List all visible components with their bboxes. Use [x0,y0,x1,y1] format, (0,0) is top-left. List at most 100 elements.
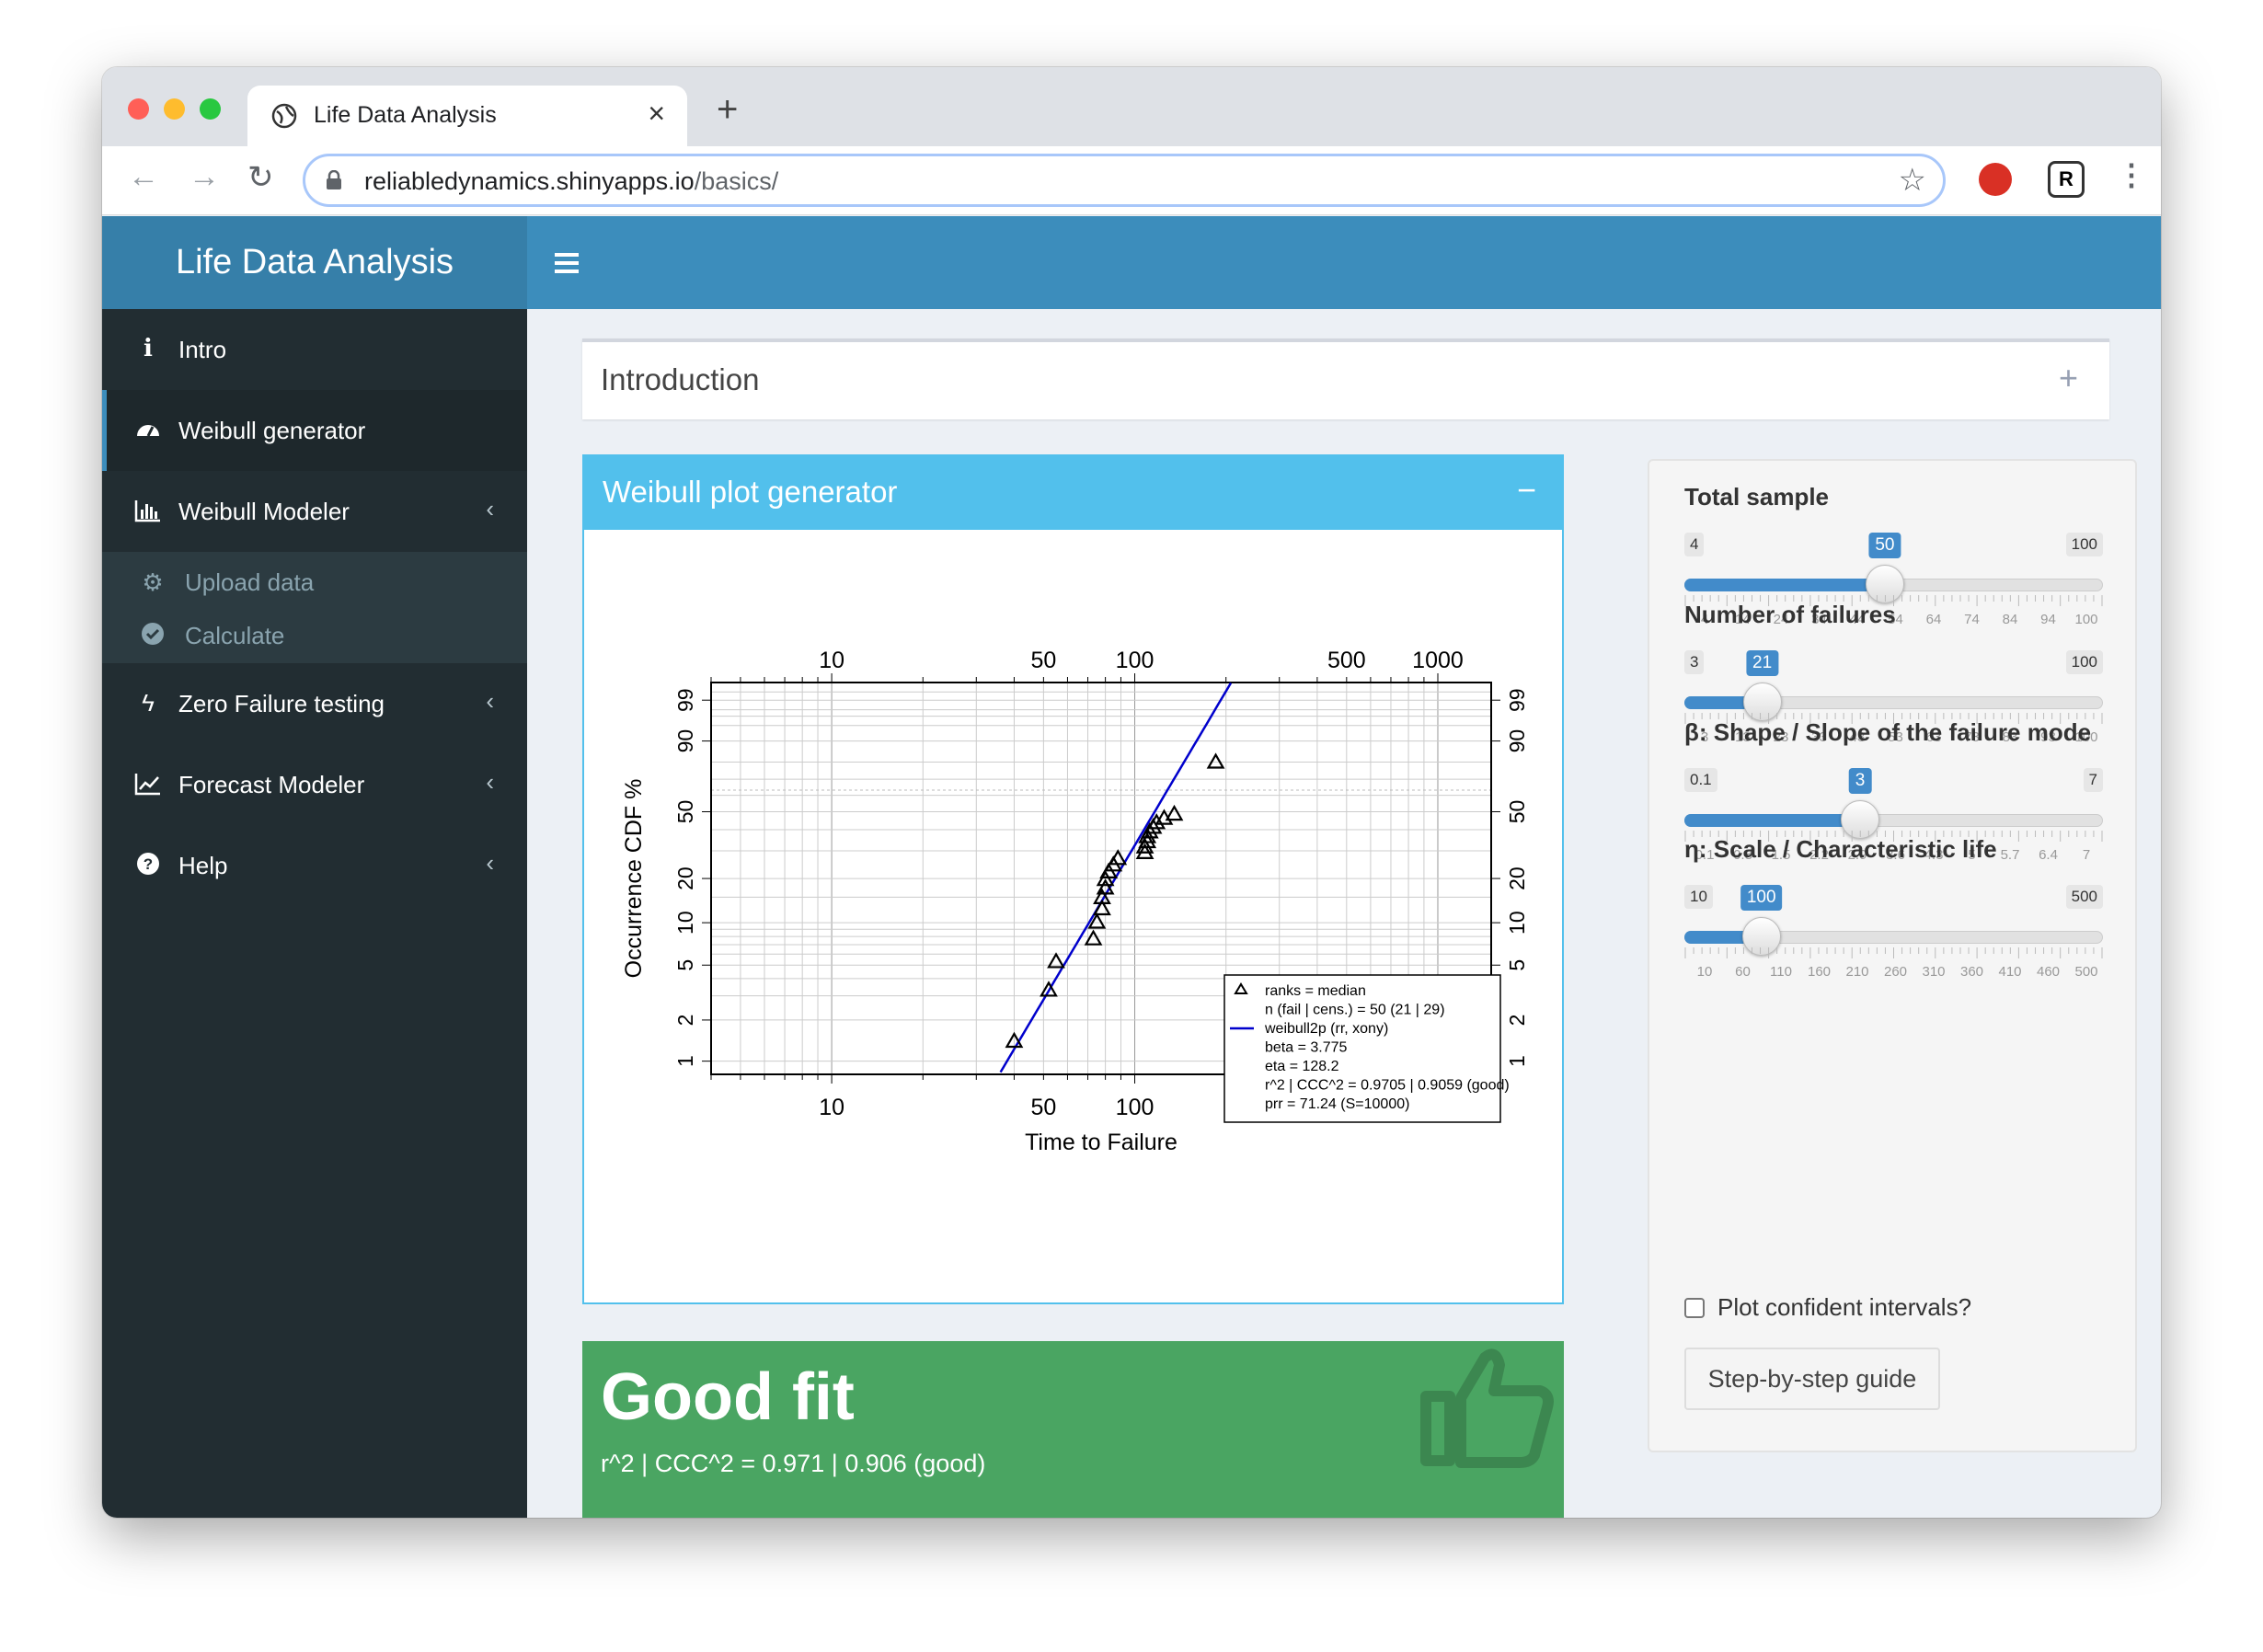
fit-subtitle: r^2 | CCC^2 = 0.971 | 0.906 (good) [601,1450,986,1477]
slider-tick-label: 260 [1883,964,1908,980]
extension-r-icon[interactable]: R [2048,161,2085,198]
browser-window: Life Data Analysis × + ← → ↻ reliabledyn… [102,67,2161,1518]
browser-tab[interactable]: Life Data Analysis × [247,86,687,146]
confidence-interval-checkbox[interactable]: Plot confident intervals? [1684,1293,1971,1322]
sidebar-subitem-calculate[interactable]: Calculate [102,609,527,660]
slider-tick-label: 94 [2040,612,2056,627]
y-tick-label-left: 20 [673,866,697,890]
back-icon[interactable]: ← [128,159,159,195]
bolt-icon: ϟ [142,689,155,717]
slider-tick-label: 84 [2002,612,2018,627]
app-header [527,216,2161,309]
slider-min: 4 [1684,533,1705,556]
slider-tick-label: 310 [1922,964,1946,980]
dashboard-icon [133,416,163,445]
y-tick-label-right: 90 [1505,729,1529,753]
y-tick-label-right: 99 [1505,688,1529,712]
sidebar-item-weibull-generator[interactable]: Weibull generator [102,390,527,471]
y-tick-label-right: 50 [1505,800,1529,824]
x-tick-label-bottom: 10 [819,1095,844,1120]
data-point [1165,804,1184,821]
zoom-window-icon[interactable] [200,98,221,120]
slider-tick-label: 460 [2036,964,2061,980]
sidebar-toggle-icon[interactable] [555,253,579,273]
slider-fill [1684,579,1885,591]
sidebar-item-zero-failure-testing[interactable]: ϟ Zero Failure testing ‹ [102,663,527,744]
sidebar-item-weibull-modeler[interactable]: Weibull Modeler ‹ [102,471,527,552]
legend-text: weibull2p (rr, xony) [1264,1021,1388,1037]
y-axis-label: Occurrence CDF % [621,779,647,979]
sidebar-item-help[interactable]: ? Help ‹ [102,825,527,906]
slider-tick-label: 410 [1998,964,2022,980]
question-icon: ? [133,851,163,880]
slider-tick-label: 64 [1925,612,1942,627]
slider-min: 10 [1684,885,1713,909]
legend-text: beta = 3.775 [1265,1040,1348,1056]
chevron-left-icon: ‹ [486,687,494,715]
bar-chart-icon [133,497,163,526]
range-slider[interactable]: 10 500 100 10 60 110 160 210 260 310 360 410 460 500 [1684,885,2103,986]
address-bar[interactable]: reliabledynamics.shinyapps.io/basics/ ☆ [303,154,1946,207]
weibull-plot: 1010505010010050050010001000112255101020… [621,648,1529,1155]
data-point [1206,752,1225,769]
fit-title: Good fit [601,1360,855,1434]
expand-icon[interactable]: + [2059,359,2078,397]
slider-fill [1684,814,1861,827]
check-circle-icon [139,622,167,649]
y-tick-label-left: 5 [673,959,697,971]
sidebar: i Intro Weibull generator Weibull Modele… [102,309,527,1518]
legend-text: n (fail | cens.) = 50 (21 | 29) [1265,1003,1445,1018]
x-tick-label-top: 10 [819,648,844,673]
legend-text: prr = 71.24 (S=10000) [1265,1096,1409,1112]
tab-title: Life Data Analysis [314,102,497,128]
reload-icon[interactable]: ↻ [247,159,274,196]
y-tick-label-right: 10 [1505,911,1529,935]
app-logo[interactable]: Life Data Analysis [102,216,527,309]
bookmark-star-icon[interactable]: ☆ [1899,162,1926,199]
plot-box-header: Weibull plot generator − [584,456,1562,530]
x-tick-label-bottom: 100 [1116,1095,1154,1120]
y-tick-label-left: 50 [673,800,697,824]
slider-min: 3 [1684,650,1705,674]
slider-label: β: Shape / Slope of the failure mode [1684,718,2092,746]
intro-title: Introduction [601,362,760,396]
extension-adblock-icon[interactable] [1979,163,2012,196]
sidebar-item-intro[interactable]: i Intro [102,309,527,390]
weibull-plot-box: Weibull plot generator − 10 10 50 50 100 100 5… [582,454,1564,1304]
intro-box: Introduction + [582,338,2109,419]
slider-value: 50 [1868,533,1901,558]
forward-icon[interactable]: → [189,159,220,195]
x-axis-label: Time to Failure [1025,1130,1177,1155]
slider-tick-label: 160 [1807,964,1832,980]
lock-icon [327,170,341,189]
y-tick-label-left: 2 [673,1015,697,1027]
slider-ticks [1684,947,2103,958]
minimize-window-icon[interactable] [164,98,185,120]
slider-label: Total sample [1684,483,1830,511]
plot-box-title: Weibull plot generator [603,475,898,509]
y-tick-label-right: 1 [1505,1055,1529,1067]
collapse-icon[interactable]: − [1517,471,1536,510]
slider-tick-label: 110 [1770,964,1792,980]
step-by-step-guide-button[interactable]: Step-by-step guide [1684,1348,1940,1410]
close-window-icon[interactable] [128,98,149,120]
chevron-left-icon: ‹ [486,768,494,796]
slider-max: 7 [2083,768,2103,792]
slider-value: 3 [1848,768,1872,794]
y-tick-label-left: 99 [673,688,697,712]
slider-tick-label: 500 [2074,964,2098,980]
slider-tick-label: 6.4 [2039,847,2058,863]
x-tick-label-top: 500 [1327,648,1366,673]
new-tab-icon[interactable]: + [717,89,738,131]
y-tick-label-right: 20 [1505,866,1529,890]
legend-text: eta = 128.2 [1265,1059,1339,1074]
browser-toolbar: ← → ↻ reliabledynamics.shinyapps.io/basi… [102,146,2161,215]
sidebar-item-forecast-modeler[interactable]: Forecast Modeler ‹ [102,744,527,825]
checkbox-box[interactable] [1684,1298,1705,1318]
chevron-left-icon: ‹ [486,495,494,522]
browser-menu-icon[interactable]: ⋮ [2117,157,2146,192]
close-tab-icon[interactable]: × [648,97,665,131]
sidebar-subitem-upload-data[interactable]: ⚙ Upload data [102,556,527,607]
slider-max: 500 [2065,885,2103,909]
x-tick-label-bottom: 50 [1030,1095,1056,1120]
